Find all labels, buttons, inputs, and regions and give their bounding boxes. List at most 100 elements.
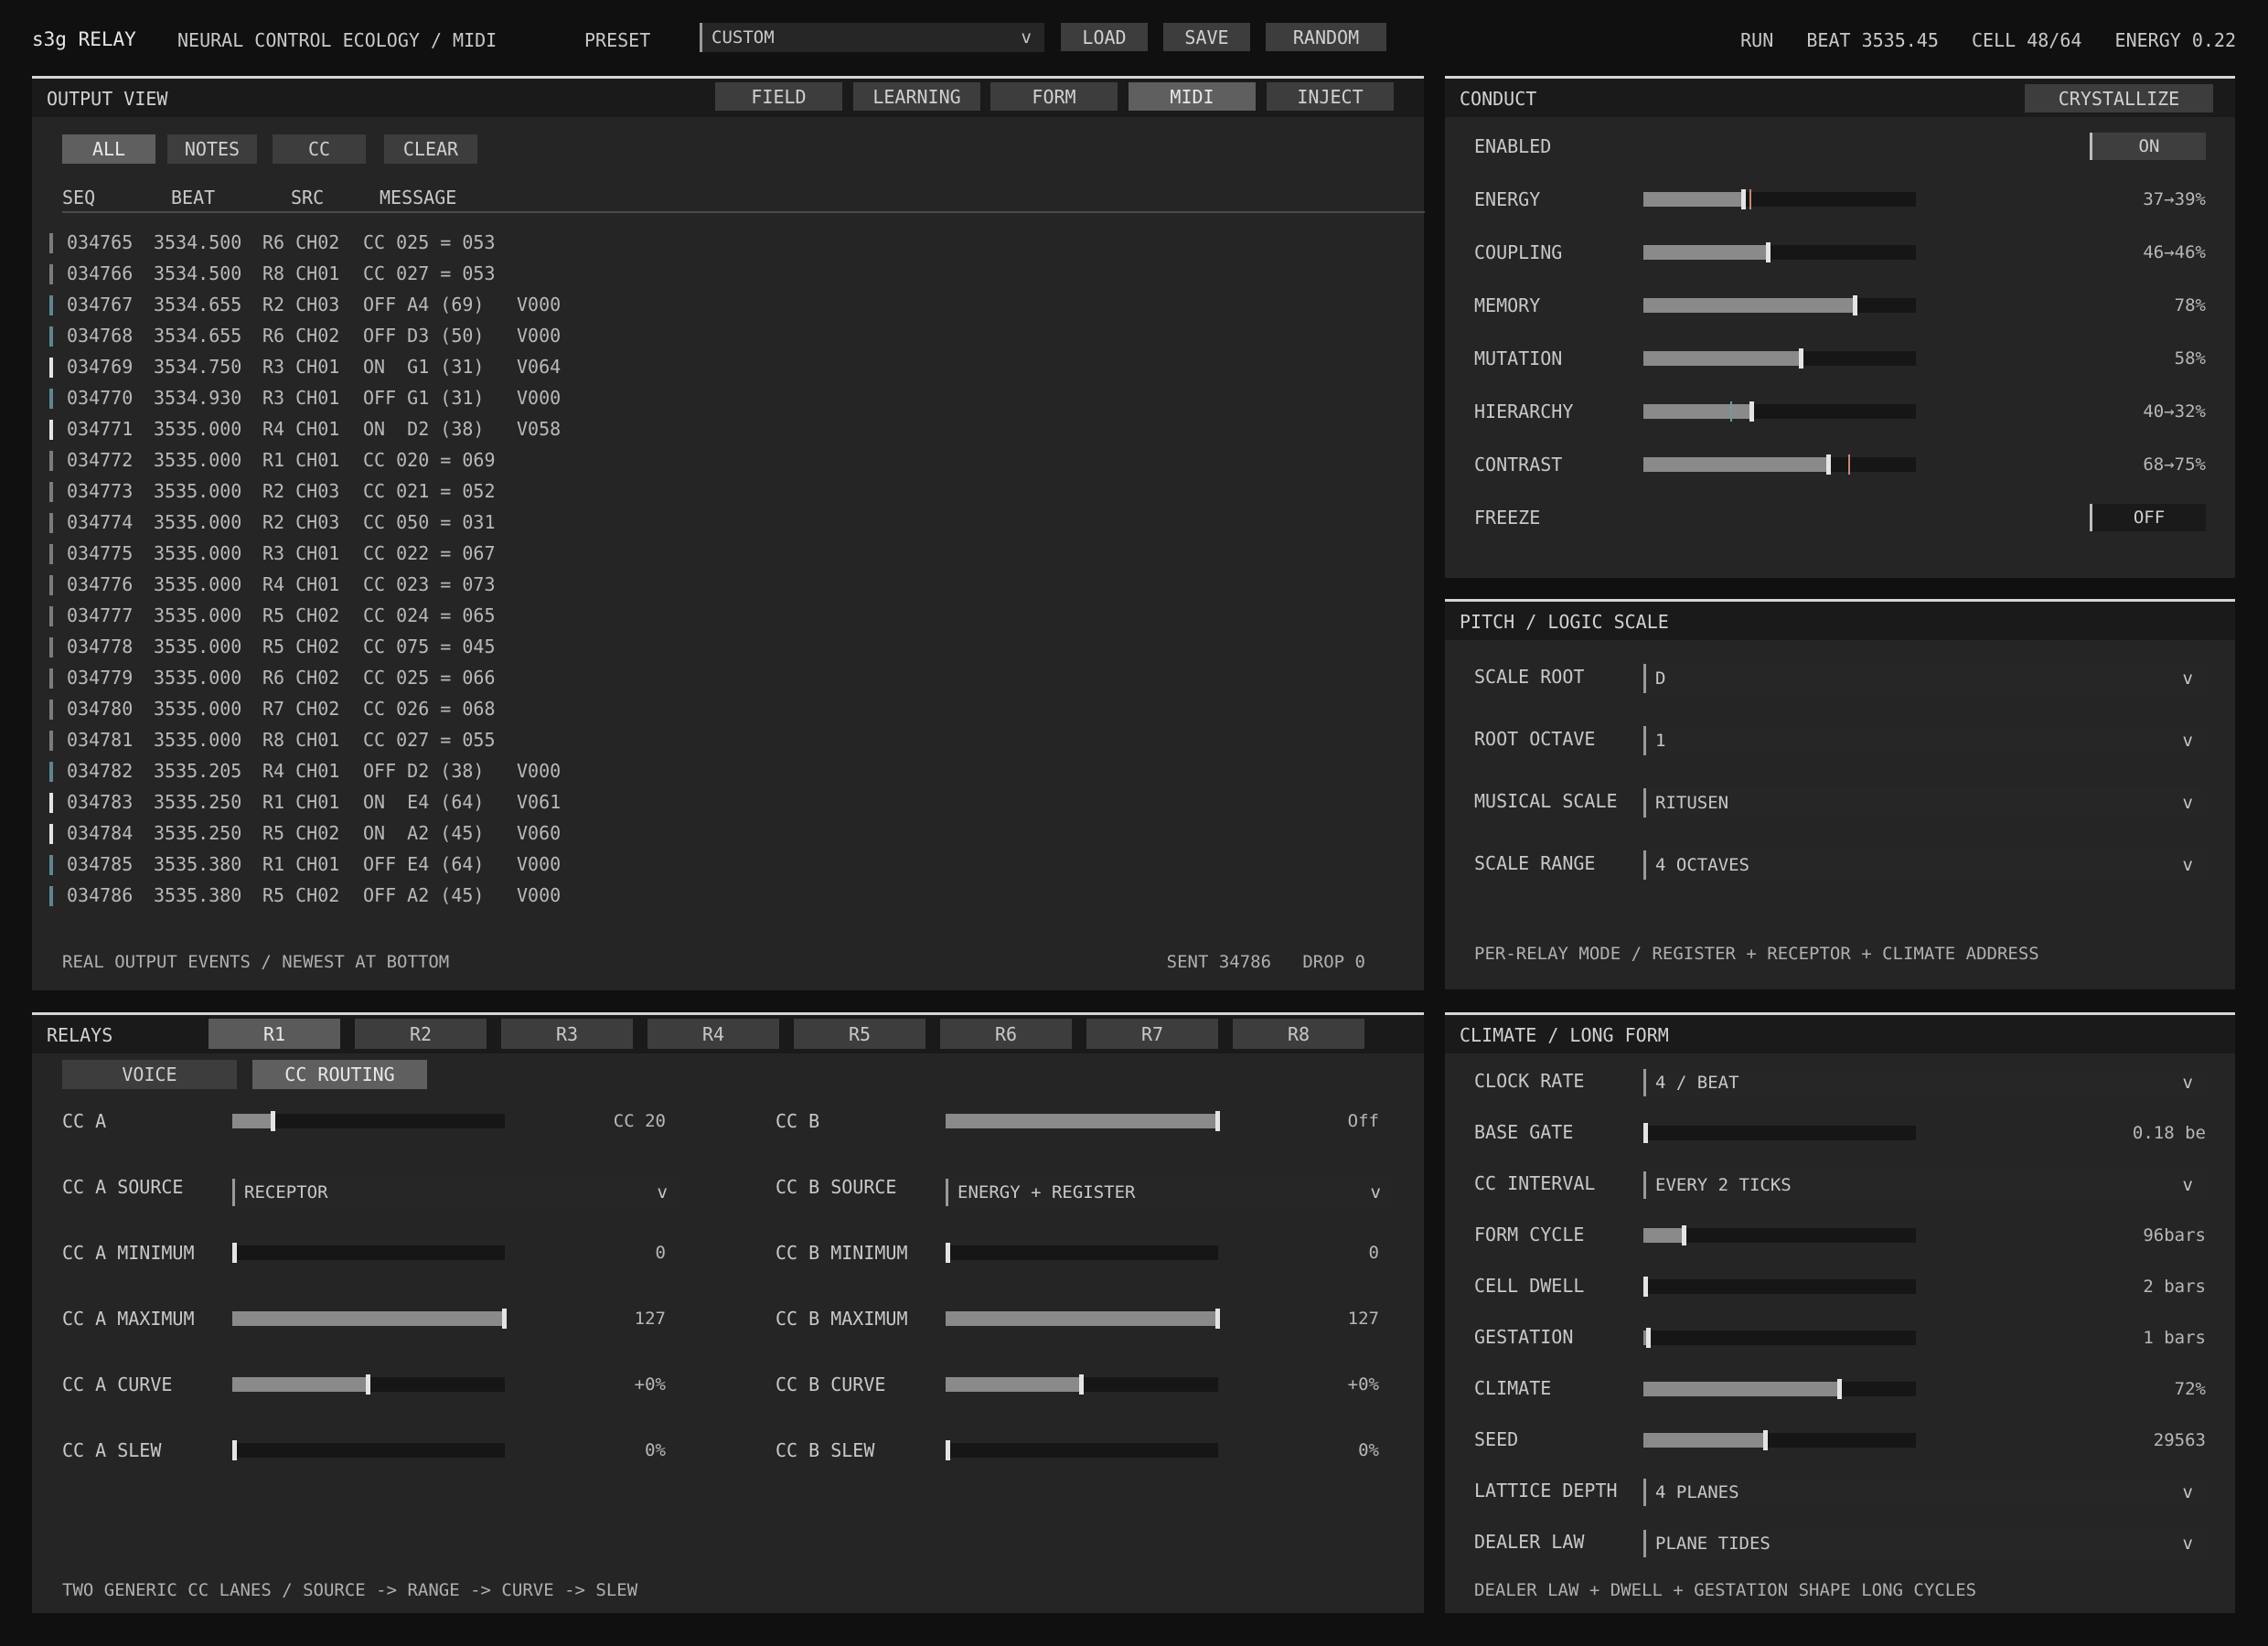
conduct-label-mutation: MUTATION [1474,347,1563,369]
relay-tab-r1[interactable]: R1 [209,1019,340,1049]
enabled-toggle[interactable]: ON [2090,133,2206,160]
table-row: 034784 3535.250 R5 CH02 ON A2 (45) V060 [32,818,1404,849]
chevron-down-icon: v [2182,1175,2193,1195]
pitch-select-scale-range[interactable]: 4 OCTAVES v [1643,850,2206,880]
event-type-marker [49,420,53,440]
row-beat: 3535.000 [154,449,242,471]
slider-thumb[interactable] [232,1243,237,1263]
lane-slider[interactable] [946,1374,1218,1395]
climate-select[interactable]: 4 / BEAT v [1643,1069,2206,1096]
row-seq: 034776 [67,573,134,595]
slider-thumb[interactable] [946,1440,950,1460]
event-type-marker [49,886,53,906]
event-type-marker [49,544,53,564]
conduct-value-energy: 37→39% [2143,189,2206,209]
slider-memory[interactable] [1643,295,1916,315]
lane-slider[interactable] [232,1111,505,1131]
slider-thumb[interactable] [1682,1225,1686,1245]
relay-tab-r5[interactable]: R5 [794,1019,925,1049]
slider-thumb[interactable] [271,1111,275,1131]
pitch-select-root-octave[interactable]: 1v [1643,726,2206,755]
climate-slider[interactable] [1643,1379,1916,1399]
relays-note: TWO GENERIC CC LANES / SOURCE -> RANGE -… [62,1580,638,1600]
row-message: OFF E4 (64) [363,853,485,875]
slider-energy[interactable] [1643,189,1916,209]
slider-thumb[interactable] [1763,1430,1768,1450]
table-row: 034771 3535.000 R4 CH01 ON D2 (38) V058 [32,413,1404,444]
slider-thumb[interactable] [1215,1111,1220,1131]
lane-slider[interactable] [946,1440,1218,1460]
table-row: 034782 3535.205 R4 CH01 OFF D2 (38) V000 [32,755,1404,786]
slider-thumb[interactable] [946,1243,950,1263]
row-src: R7 CH02 [262,698,340,720]
lane-slider[interactable] [232,1243,505,1263]
climate-slider[interactable] [1643,1277,1916,1297]
row-seq: 034785 [67,853,134,875]
slider-thumb[interactable] [1799,348,1803,369]
midi-event-log[interactable]: 034765 3534.500 R6 CH02 CC 025 = 053 034766 3… [32,79,1424,990]
slider-fill [1643,457,1829,472]
slider-thumb[interactable] [366,1374,370,1395]
climate-select[interactable]: 4 PLANES v [1643,1479,2206,1506]
slider-fill [1643,192,1744,207]
climate-select[interactable]: EVERY 2 TICKS v [1643,1171,2206,1199]
load-button[interactable]: LOAD [1061,23,1148,51]
slider-thumb[interactable] [1643,1277,1648,1297]
climate-label: GESTATION [1474,1326,1574,1348]
relay-tab-r8[interactable]: R8 [1233,1019,1364,1049]
random-button[interactable]: RANDOM [1266,23,1386,51]
climate-slider[interactable] [1643,1328,1916,1348]
slider-thumb[interactable] [1837,1379,1842,1399]
relay-tab-r6[interactable]: R6 [940,1019,1072,1049]
lane-source-select[interactable]: RECEPTOR v [232,1179,680,1206]
subtab-cc-routing[interactable]: CC ROUTING [252,1060,427,1089]
slider-thumb[interactable] [1749,401,1754,422]
pitch-select-musical-scale[interactable]: RITUSEN v [1643,788,2206,818]
relay-tab-r4[interactable]: R4 [647,1019,779,1049]
slider-thumb[interactable] [1741,189,1746,209]
climate-slider[interactable] [1643,1225,1916,1245]
slider-hierarchy[interactable] [1643,401,1916,422]
chevron-down-icon: v [657,1182,668,1202]
relay-tab-r7[interactable]: R7 [1086,1019,1218,1049]
subtab-voice[interactable]: VOICE [62,1060,237,1089]
pitch-select-root-octave-value: 1 [1655,731,1666,751]
slider-thumb[interactable] [1826,454,1831,475]
slider-fill [1643,1228,1685,1243]
slider-thumb[interactable] [1646,1328,1651,1348]
lane-slider[interactable] [232,1440,505,1460]
slider-thumb[interactable] [502,1309,507,1329]
climate-select-value: PLANE TIDES [1655,1534,1771,1554]
slider-thumb[interactable] [1643,1123,1648,1143]
lane-source-select[interactable]: ENERGY + REGISTER v [946,1179,1394,1206]
climate-select[interactable]: PLANE TIDES v [1643,1530,2206,1557]
lane-slider[interactable] [946,1243,1218,1263]
slider-coupling[interactable] [1643,242,1916,262]
slider-thumb[interactable] [1853,295,1857,315]
lane-slider[interactable] [946,1309,1220,1329]
slider-mutation[interactable] [1643,348,1916,369]
relay-tab-r2[interactable]: R2 [355,1019,487,1049]
lane-slider[interactable] [946,1111,1220,1131]
lane-slider[interactable] [232,1309,507,1329]
pitch-select-scale-root[interactable]: Dv [1643,664,2206,693]
crystallize-button[interactable]: CRYSTALLIZE [2025,84,2213,112]
preset-select[interactable]: CUSTOM v [700,23,1044,52]
freeze-toggle[interactable]: OFF [2090,504,2206,531]
row-src: R2 CH03 [262,511,340,533]
lane-slider[interactable] [232,1374,505,1395]
slider-thumb[interactable] [1766,242,1771,262]
slider-thumb[interactable] [1079,1374,1084,1395]
climate-slider[interactable] [1643,1123,1916,1143]
row-velocity: V000 [517,884,562,906]
slider-contrast[interactable] [1643,454,1916,475]
save-button[interactable]: SAVE [1163,23,1250,51]
table-row: 034781 3535.000 R8 CH01 CC 027 = 055 [32,724,1404,755]
slider-thumb[interactable] [1215,1309,1220,1329]
slider-thumb[interactable] [232,1440,237,1460]
relay-tab-r3[interactable]: R3 [501,1019,633,1049]
row-velocity: V061 [517,791,562,813]
pitch-label: ROOT OCTAVE [1474,728,1596,750]
event-type-marker [49,793,53,813]
climate-slider[interactable] [1643,1430,1916,1450]
